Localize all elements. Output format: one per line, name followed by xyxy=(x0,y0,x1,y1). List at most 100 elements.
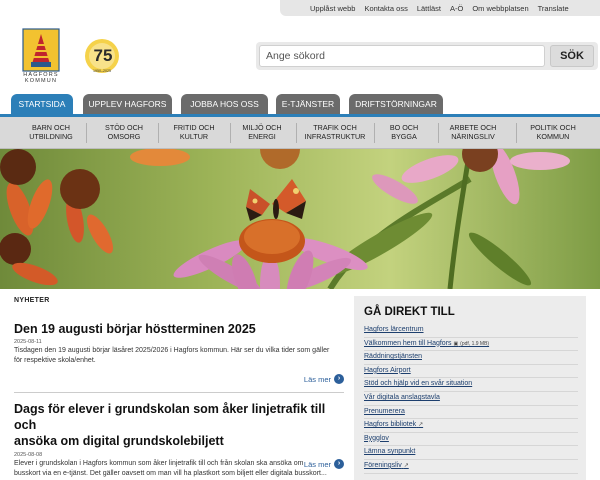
quick-link[interactable]: Stöd och hjälp vid en svår situation xyxy=(364,378,578,392)
category-label-2: UTBILDNING xyxy=(29,132,73,141)
category-label-2: KULTUR xyxy=(179,132,209,141)
tab-upplev-hagfors[interactable]: UPPLEV HAGFORS xyxy=(83,94,172,115)
quick-link-label: Välkommen hem till Hagfors xyxy=(364,339,452,347)
news-text-line: Tisdagen den 19 augusti börjar läsåret 2… xyxy=(14,347,330,354)
quick-link-label: Hagfors Airport xyxy=(364,366,411,374)
category-label-1: BARN OCH xyxy=(32,123,70,132)
category-fritid-kultur[interactable]: FRITID OCH KULTUR xyxy=(164,123,224,141)
arrow-right-icon: › xyxy=(334,459,344,469)
utility-link-om-webbplatsen[interactable]: Om webbplatsen xyxy=(472,4,528,13)
tab-driftstorningar[interactable]: DRIFTSTÖRNINGAR xyxy=(349,94,443,115)
utility-link-translate[interactable]: Translate xyxy=(538,4,569,13)
category-label-2: KOMMUN xyxy=(536,132,570,141)
logo-text: HAGFORS KOMMUN xyxy=(18,72,64,84)
search-button[interactable]: SÖK xyxy=(550,45,594,67)
quick-link-label: Hagfors lärcentrum xyxy=(364,326,424,333)
category-bo-bygga[interactable]: BO OCH BYGGA xyxy=(380,123,428,141)
search-bar: Ange sökord SÖK xyxy=(256,42,598,70)
quick-link-label: Hagfors bibliotek xyxy=(364,421,417,429)
news-heading: NYHETER xyxy=(14,297,50,304)
category-arbete-naringsliv[interactable]: ARBETE OCH NÄRINGSLIV xyxy=(444,123,502,141)
news-date: 2025-08-08 xyxy=(14,452,43,458)
divider xyxy=(230,123,231,143)
quick-links-list: Hagfors lärcentrum Välkommen hem till Ha… xyxy=(364,324,578,474)
category-label-2: INFRASTRUKTUR xyxy=(304,132,366,141)
category-label-1: POLITIK OCH xyxy=(530,123,576,132)
quick-link-note: (pdf, 1.9 MB) xyxy=(460,340,490,347)
main-tabs: STARTSIDA UPPLEV HAGFORS JOBBA HOS OSS E… xyxy=(0,94,600,115)
read-more-link[interactable]: Läs mer › xyxy=(304,459,344,469)
quick-link-label: Föreningsliv xyxy=(364,461,402,469)
news-title-line: ansöka om digital grundskolebiljett xyxy=(14,434,224,448)
quick-link[interactable]: Hagfors lärcentrum xyxy=(364,324,578,338)
quick-link[interactable]: Prenumerera xyxy=(364,406,578,420)
utility-link-a-o[interactable]: A-Ö xyxy=(450,4,463,13)
category-label-1: TRAFIK OCH xyxy=(313,123,357,132)
read-more-label: Läs mer xyxy=(303,459,331,469)
category-stod-omsorg[interactable]: STÖD OCH OMSORG xyxy=(96,123,152,141)
category-label-2: ENERGI xyxy=(248,132,276,141)
read-more-link[interactable]: Läs mer › xyxy=(304,374,344,384)
news-text-line: Elever i grundskolan i Hagfors kommun so… xyxy=(14,460,304,467)
quick-link[interactable]: Hagfors Airport xyxy=(364,365,578,379)
news-title[interactable]: Dags för elever i grundskolan som åker l… xyxy=(14,401,344,449)
category-label-2: OMSORG xyxy=(107,132,141,141)
category-politik-kommun[interactable]: POLITIK OCH KOMMUN xyxy=(524,123,582,141)
news-text-line: för respektive skola/enhet. xyxy=(14,356,96,364)
external-link-icon: ↗ xyxy=(418,422,424,429)
external-link-icon: ↗ xyxy=(403,462,409,469)
arrow-right-icon: › xyxy=(334,374,344,384)
quick-link[interactable]: Lämna synpunkt xyxy=(364,446,578,460)
tab-e-tjanster[interactable]: E-TJÄNSTER xyxy=(276,94,340,115)
category-barn-utbildning[interactable]: BARN OCH UTBILDNING xyxy=(22,123,80,141)
quick-link[interactable]: Vår digitala anslagstavla xyxy=(364,392,578,406)
hero-illustration xyxy=(0,149,600,289)
quick-link[interactable]: Räddningstjänsten xyxy=(364,351,578,365)
quick-links-panel: GÅ DIREKT TILL Hagfors lärcentrum Välkom… xyxy=(354,296,586,480)
divider xyxy=(86,123,87,143)
quick-link[interactable]: Hagfors bibliotek ↗ xyxy=(364,419,578,433)
news-text: Elever i grundskolan i Hagfors kommun so… xyxy=(14,459,344,478)
category-label-2: NÄRINGSLIV xyxy=(451,132,495,141)
quick-link-label: Stöd och hjälp vid en svår situation xyxy=(364,380,473,388)
pdf-icon: ▣ xyxy=(453,340,459,347)
category-trafik-infrastruktur[interactable]: TRAFIK OCH INFRASTRUKTUR xyxy=(300,123,370,141)
news-text-line: busskort via en e-tjänst. Det gäller oav… xyxy=(14,469,327,477)
quick-link-label: Bygglov xyxy=(364,434,389,442)
site-header: HAGFORS KOMMUN 75 1950–2025 Ange sökord … xyxy=(0,16,600,94)
category-label-1: ARBETE OCH xyxy=(449,123,497,132)
read-more-label: Läs mer xyxy=(303,374,331,384)
utility-nav: Upplåst webb Kontakta oss Lättläst A-Ö O… xyxy=(280,0,600,16)
quick-link-label: Vår digitala anslagstavla xyxy=(364,393,440,401)
tab-jobba-hos-oss[interactable]: JOBBA HOS OSS xyxy=(181,94,268,115)
utility-link-lattlast[interactable]: Lättläst xyxy=(417,4,441,13)
divider xyxy=(158,123,159,143)
category-label-2: BYGGA xyxy=(391,132,417,141)
category-label-1: FRITID OCH xyxy=(173,123,215,132)
search-input[interactable]: Ange sökord xyxy=(259,45,545,67)
news-title-line: Dags för elever i grundskolan som åker l… xyxy=(14,402,326,432)
logo-line-2: KOMMUN xyxy=(24,78,58,84)
anniversary-badge: 75 1950–2025 xyxy=(85,39,119,73)
quick-link-label: Räddningstjänsten xyxy=(364,353,422,361)
news-item: Dags för elever i grundskolan som åker l… xyxy=(14,401,344,478)
news-text: Tisdagen den 19 augusti börjar läsåret 2… xyxy=(14,346,344,365)
quick-link[interactable]: Föreningsliv ↗ xyxy=(364,460,578,474)
news-title[interactable]: Den 19 augusti börjar höstterminen 2025 xyxy=(14,321,344,337)
divider xyxy=(296,123,297,143)
category-miljo-energi[interactable]: MILJÖ OCH ENERGI xyxy=(234,123,290,141)
category-label-1: MILJÖ OCH xyxy=(242,123,282,132)
quick-link[interactable]: Bygglov xyxy=(364,433,578,447)
quick-link-label: Lämna synpunkt xyxy=(364,448,416,456)
divider xyxy=(516,123,517,143)
category-label-1: BO OCH xyxy=(389,123,419,132)
category-nav: BARN OCH UTBILDNING STÖD OCH OMSORG FRIT… xyxy=(0,117,600,149)
divider xyxy=(374,123,375,143)
utility-link-kontakta[interactable]: Kontakta oss xyxy=(364,4,407,13)
tab-startsida[interactable]: STARTSIDA xyxy=(11,94,73,115)
quick-links-title: GÅ DIREKT TILL xyxy=(364,306,455,318)
news-item: Den 19 augusti börjar höstterminen 2025 … xyxy=(14,321,344,384)
utility-link-upplast[interactable]: Upplåst webb xyxy=(310,4,355,13)
news-date: 2025-08-11 xyxy=(14,339,42,345)
quick-link[interactable]: Välkommen hem till Hagfors ▣ (pdf, 1.9 M… xyxy=(364,338,578,352)
